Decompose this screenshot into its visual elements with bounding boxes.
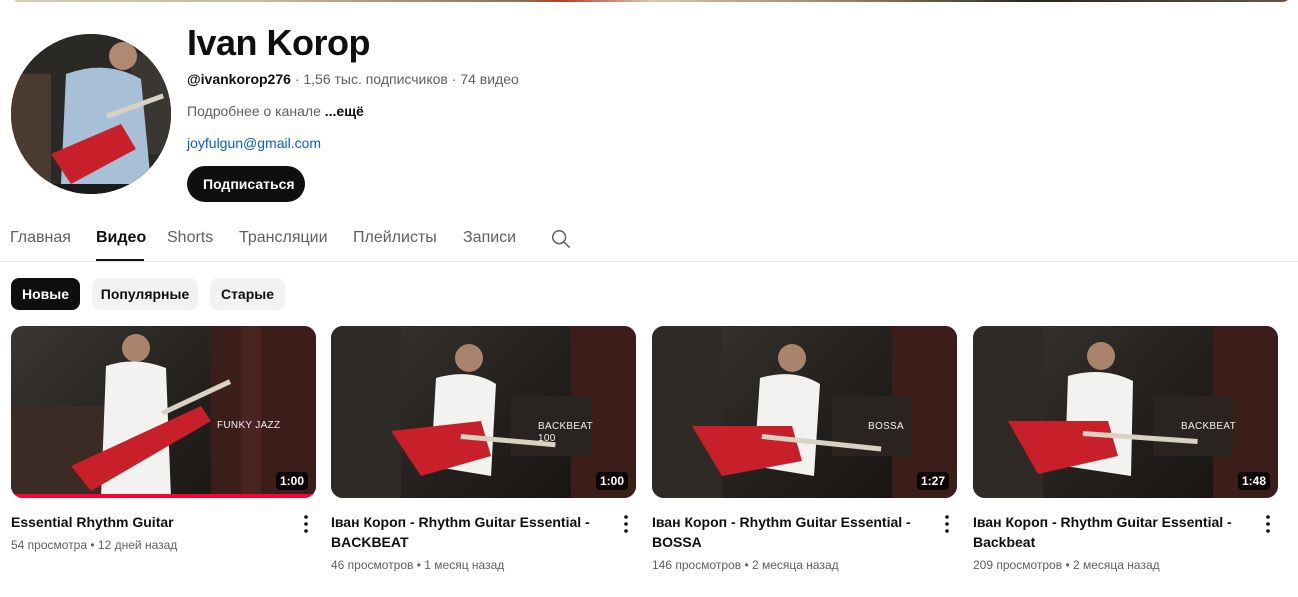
about-text: Подробнее о канале bbox=[187, 103, 321, 119]
search-icon[interactable] bbox=[550, 228, 572, 250]
video-title[interactable]: Іван Короп - Rhythm Guitar Essential - B… bbox=[652, 512, 922, 552]
channel-meta: @ivankorop276 · 1,56 тыс. подписчиков · … bbox=[187, 71, 519, 87]
channel-about[interactable]: Подробнее о канале ...ещё bbox=[187, 103, 364, 119]
about-more-link[interactable]: ...ещё bbox=[325, 103, 364, 119]
video-thumbnail[interactable]: BACKBEAT 100 1:00 bbox=[331, 326, 636, 498]
more-actions-icon[interactable] bbox=[298, 512, 314, 536]
thumbnail-overlay-text: BACKBEAT bbox=[1181, 421, 1237, 432]
chip-oldest[interactable]: Старые bbox=[210, 278, 285, 310]
more-actions-icon[interactable] bbox=[939, 512, 955, 536]
channel-handle: @ivankorop276 bbox=[187, 71, 291, 87]
tab-live[interactable]: Трансляции bbox=[239, 229, 328, 247]
video-count: 74 видео bbox=[460, 71, 519, 87]
upload-age: 1 месяц назад bbox=[424, 558, 505, 572]
subscriber-count: 1,56 тыс. подписчиков bbox=[303, 71, 448, 87]
tab-videos[interactable]: Видео bbox=[96, 229, 146, 247]
video-duration: 1:27 bbox=[916, 472, 949, 490]
video-card[interactable]: BACKBEAT 1:48 Іван Короп - Rhythm Guitar… bbox=[973, 326, 1278, 572]
thumbnail-overlay-text: BACKBEAT bbox=[538, 421, 594, 432]
video-card[interactable]: FUNKY JAZZ 1:00 Essential Rhythm Guitar … bbox=[11, 326, 316, 552]
thumbnail-image bbox=[331, 326, 636, 498]
tab-posts[interactable]: Записи bbox=[463, 229, 516, 247]
meta-dot: • bbox=[744, 558, 749, 572]
channel-banner bbox=[10, 0, 1292, 2]
meta-dot: • bbox=[416, 558, 421, 572]
video-meta: 209 просмотров • 2 месяца назад bbox=[973, 558, 1278, 572]
tab-playlists[interactable]: Плейлисты bbox=[353, 229, 437, 247]
video-meta: 54 просмотра • 12 дней назад bbox=[11, 538, 316, 552]
thumbnail-image bbox=[11, 326, 316, 498]
channel-name: Ivan Korop bbox=[187, 22, 371, 63]
video-title[interactable]: Іван Короп - Rhythm Guitar Essential - B… bbox=[331, 512, 601, 552]
channel-tabs: Главная Видео Shorts Трансляции Плейлист… bbox=[0, 222, 1298, 262]
view-count: 146 просмотров bbox=[652, 558, 742, 572]
upload-age: 12 дней назад bbox=[97, 538, 178, 552]
thumbnail-image bbox=[652, 326, 957, 498]
subscribe-button[interactable]: Подписаться bbox=[187, 166, 305, 202]
avatar-image bbox=[11, 34, 171, 194]
video-thumbnail[interactable]: BACKBEAT 1:48 bbox=[973, 326, 1278, 498]
video-card[interactable]: BOSSA 1:27 Іван Короп - Rhythm Guitar Es… bbox=[652, 326, 957, 572]
thumbnail-overlay-text: FUNKY JAZZ bbox=[217, 420, 281, 431]
tab-shorts[interactable]: Shorts bbox=[167, 229, 213, 247]
chip-newest[interactable]: Новые bbox=[11, 278, 80, 310]
video-meta: 146 просмотров • 2 месяца назад bbox=[652, 558, 957, 572]
watch-progress-bar bbox=[11, 494, 316, 498]
view-count: 54 просмотра bbox=[11, 538, 88, 552]
active-tab-indicator bbox=[96, 259, 144, 261]
meta-dot: • bbox=[90, 538, 95, 552]
thumbnail-overlay-text: BOSSA bbox=[868, 421, 904, 432]
meta-dot: • bbox=[1065, 558, 1070, 572]
channel-avatar[interactable] bbox=[11, 34, 171, 194]
video-duration: 1:00 bbox=[275, 472, 308, 490]
video-duration: 1:48 bbox=[1237, 472, 1270, 490]
video-duration: 1:00 bbox=[595, 472, 628, 490]
thumbnail-image bbox=[973, 326, 1278, 498]
more-actions-icon[interactable] bbox=[1260, 512, 1276, 536]
upload-age: 2 месяца назад bbox=[1072, 558, 1160, 572]
thumbnail-overlay-text-2: 100 bbox=[538, 433, 556, 444]
view-count: 46 просмотров bbox=[331, 558, 414, 572]
video-card[interactable]: BACKBEAT 100 1:00 Іван Короп - Rhythm Gu… bbox=[331, 326, 636, 572]
video-thumbnail[interactable]: BOSSA 1:27 bbox=[652, 326, 957, 498]
channel-email-link[interactable]: joyfulgun@gmail.com bbox=[187, 135, 321, 151]
video-title[interactable]: Іван Короп - Rhythm Guitar Essential - B… bbox=[973, 512, 1243, 552]
view-count: 209 просмотров bbox=[973, 558, 1063, 572]
upload-age: 2 месяца назад bbox=[751, 558, 839, 572]
chip-popular[interactable]: Популярные bbox=[92, 278, 198, 310]
more-actions-icon[interactable] bbox=[618, 512, 634, 536]
video-thumbnail[interactable]: FUNKY JAZZ 1:00 bbox=[11, 326, 316, 498]
video-title[interactable]: Essential Rhythm Guitar bbox=[11, 512, 281, 532]
tab-home[interactable]: Главная bbox=[10, 229, 71, 247]
video-meta: 46 просмотров • 1 месяц назад bbox=[331, 558, 636, 572]
